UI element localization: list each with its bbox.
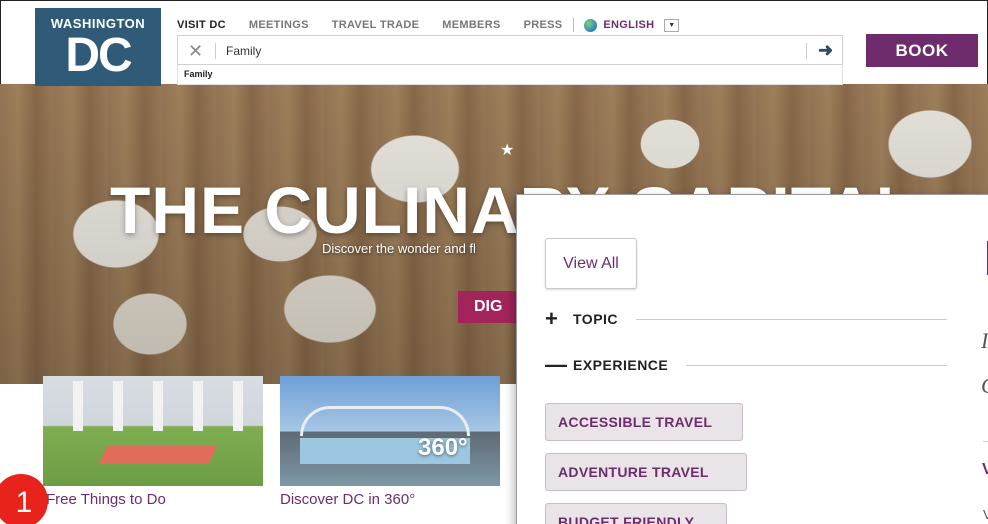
facet-label: EXPERIENCE bbox=[573, 357, 669, 373]
tag-accessible-travel[interactable]: ACCESSIBLE TRAVEL bbox=[545, 403, 743, 441]
star-icon: ★ bbox=[500, 142, 515, 159]
search-divider bbox=[215, 43, 216, 59]
column-shape bbox=[193, 381, 203, 431]
card-title-dc-360[interactable]: Discover DC in 360° bbox=[280, 491, 415, 508]
search-divider-right bbox=[806, 43, 807, 59]
search-bar: ✕ ➜ bbox=[177, 35, 843, 65]
column-shape bbox=[113, 381, 123, 431]
tag-budget-friendly[interactable]: BUDGET FRIENDLY bbox=[545, 503, 727, 524]
nav-visit-dc[interactable]: VISIT DC bbox=[177, 19, 226, 31]
free-things-image[interactable] bbox=[43, 376, 263, 486]
360-badge: 360° bbox=[418, 434, 468, 461]
search-suggestion[interactable]: Family bbox=[177, 65, 843, 85]
top-navigation: VISIT DC MEETINGS TRAVEL TRADE MEMBERS P… bbox=[177, 17, 680, 33]
facet-rule bbox=[686, 364, 947, 366]
tag-adventure-travel[interactable]: ADVENTURE TRAVEL bbox=[545, 453, 747, 491]
results-text-fragment: V bbox=[983, 507, 988, 522]
arrow-right-icon[interactable]: ➜ bbox=[818, 40, 833, 61]
filter-panel: View All + TOPIC — EXPERIENCE ACCESSIBLE… bbox=[516, 194, 988, 524]
globe-icon bbox=[584, 18, 598, 32]
book-button[interactable]: BOOK bbox=[866, 34, 978, 67]
picnic-blanket bbox=[98, 446, 218, 464]
view-all-button[interactable]: View All bbox=[545, 238, 637, 289]
nav-travel-trade[interactable]: TRAVEL TRADE bbox=[332, 19, 420, 31]
column-shape bbox=[153, 381, 163, 431]
facet-topic[interactable]: + TOPIC bbox=[545, 306, 947, 331]
facet-rule bbox=[636, 318, 947, 320]
nav-divider bbox=[573, 18, 575, 32]
washington-dc-logo[interactable]: washington DC bbox=[35, 8, 161, 86]
arch-shape bbox=[300, 406, 470, 436]
facet-experience[interactable]: — EXPERIENCE bbox=[545, 352, 947, 377]
results-heading-fragment: V bbox=[982, 461, 988, 478]
language-label[interactable]: ENGLISH bbox=[603, 19, 654, 31]
nav-meetings[interactable]: MEETINGS bbox=[249, 19, 309, 31]
nav-press[interactable]: PRESS bbox=[524, 19, 563, 31]
hero-subtitle: Discover the wonder and fl bbox=[322, 241, 476, 256]
nav-members[interactable]: MEMBERS bbox=[442, 19, 500, 31]
close-icon[interactable]: ✕ bbox=[188, 41, 203, 62]
plus-icon: + bbox=[545, 306, 558, 331]
results-text-fragment: C bbox=[981, 373, 988, 399]
facet-label: TOPIC bbox=[573, 311, 619, 327]
results-divider bbox=[983, 441, 988, 442]
results-text-fragment: I bbox=[981, 328, 988, 353]
column-shape bbox=[73, 381, 83, 431]
search-input[interactable] bbox=[226, 42, 786, 60]
minus-icon: — bbox=[545, 352, 567, 377]
dc-360-image[interactable]: 360° bbox=[280, 376, 500, 486]
logo-dc: DC bbox=[65, 29, 132, 82]
column-shape bbox=[233, 381, 243, 431]
card-title-free-things[interactable]: Free Things to Do bbox=[46, 491, 166, 508]
caret-down-icon[interactable]: ▼ bbox=[664, 18, 680, 32]
